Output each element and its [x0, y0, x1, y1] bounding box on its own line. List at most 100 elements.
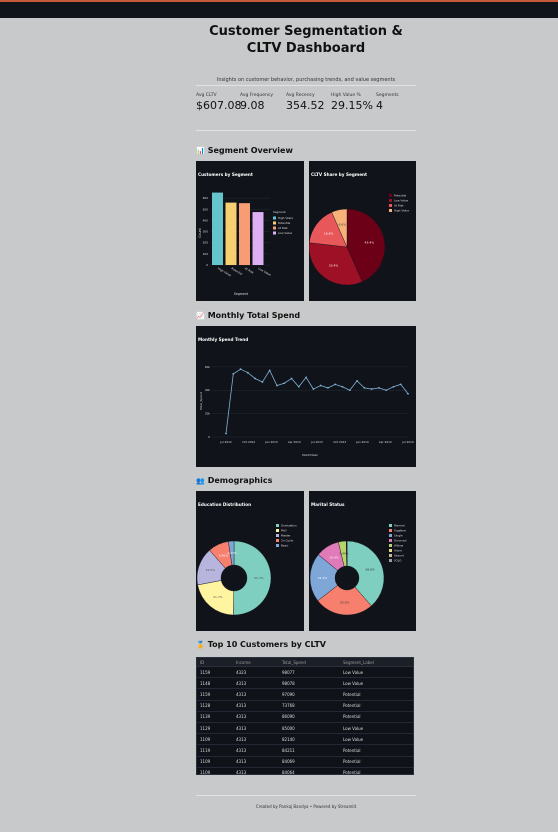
- legend-swatch: [276, 529, 279, 532]
- y-tick-label: 300: [203, 230, 209, 234]
- x-tick-label: Jan 2014: [355, 440, 369, 444]
- x-tick-label: Oct 2012: [242, 440, 255, 444]
- table-row[interactable]: 1159 4323 98077 Low Value: [197, 666, 413, 679]
- table-cell: 1109: [197, 756, 233, 768]
- table-row[interactable]: 1148 4313 98078 Low Value: [197, 677, 413, 690]
- divider: [196, 130, 416, 131]
- table-cell: 4313: [233, 700, 279, 712]
- table-cell: Low Value: [340, 733, 413, 746]
- footer-text: Created by Pankaj Bandya • Powered by St…: [255, 804, 357, 809]
- table-row[interactable]: 1139 4313 86090 Potential: [197, 711, 413, 723]
- data-point: [246, 371, 249, 374]
- column-header[interactable]: Segment_Label: [340, 658, 413, 667]
- legend-swatch: [273, 216, 276, 220]
- data-point: [370, 388, 373, 390]
- legend-swatch: [389, 524, 392, 527]
- x-tick-label: Jan 2013: [264, 440, 278, 444]
- metric-value: 354.52: [286, 99, 325, 112]
- metric-value: 4: [376, 99, 383, 112]
- data-point: [399, 383, 402, 386]
- x-axis-label: MonthYear: [302, 453, 319, 457]
- series-line: [225, 368, 409, 434]
- data-point: [341, 385, 344, 388]
- x-tick-label: Apr 2013: [288, 440, 301, 444]
- table-cell: Potential: [340, 700, 413, 712]
- table-row[interactable]: 1109 4313 84064 Potential: [197, 767, 413, 774]
- table-row[interactable]: 1119 4313 84211 Potential: [197, 744, 413, 757]
- y-tick-label: 400: [203, 218, 209, 222]
- table-row[interactable]: 1109 4313 82140 Low Value: [197, 733, 413, 746]
- table-cell: 82140: [279, 733, 340, 746]
- data-point: [239, 368, 242, 371]
- slice-label: 21.4%: [318, 576, 328, 580]
- legend-swatch: [389, 529, 392, 532]
- column-header[interactable]: Total_Spend: [279, 658, 340, 667]
- legend-label: Alone: [394, 549, 402, 553]
- y-tick-label: 500: [203, 207, 209, 211]
- section-segment-overview: 📊 Segment Overview: [196, 146, 293, 155]
- chart-education-distribution[interactable]: Education Distribution 50.3% 21.7% 16.5% 9.…: [196, 491, 304, 631]
- x-tick-label: Apr 2014: [379, 440, 392, 444]
- table-row[interactable]: 1109 4313 84069 Potential: [197, 756, 413, 768]
- x-tick-label: High Value: [217, 266, 232, 277]
- table-cell: 4313: [233, 711, 279, 723]
- legend-swatch: [276, 539, 279, 542]
- chart-customers-by-segment[interactable]: Customers by Segment 0 100 200 300 400 500 600…: [196, 161, 304, 301]
- data-point: [377, 386, 380, 389]
- legend-label: YOLO: [394, 559, 402, 563]
- table-cell: 4313: [233, 767, 279, 774]
- bar: [225, 202, 237, 265]
- legend-label: High Value: [278, 216, 293, 220]
- pie-chart-svg: 43.4% 33.4% 16.6% 6.6% PotentialLow ValueAt …: [309, 194, 409, 286]
- table-cell: 1109: [197, 767, 233, 774]
- metric-value: 9.08: [240, 99, 265, 112]
- table-cell: 73768: [279, 700, 340, 712]
- column-header[interactable]: ID: [197, 658, 233, 667]
- x-tick-label: Jul 2013: [310, 440, 323, 444]
- legend-label: High Value: [394, 209, 409, 213]
- legend-label: Potential: [278, 221, 290, 225]
- data-point: [334, 383, 337, 386]
- slice-label: 21.7%: [213, 595, 223, 599]
- bar-chart-svg: 0100200300400500600High ValuePotential At…: [198, 192, 293, 296]
- chart-marital-status[interactable]: Marital Status 38.6% 25.9% 21.4% 10.4% 3.44%…: [309, 491, 416, 631]
- metric-label: Avg CLTV: [196, 93, 217, 98]
- slice-label: 6.6%: [338, 223, 346, 227]
- table-row[interactable]: 1159 4313 97090 Potential: [197, 688, 413, 701]
- table-cell: 1159: [197, 688, 233, 701]
- table-row[interactable]: 1129 4313 85000 Low Value: [197, 722, 413, 735]
- data-point: [385, 389, 388, 392]
- column-header[interactable]: Income: [233, 658, 279, 667]
- table-cell: 85000: [279, 722, 340, 735]
- legend-swatch: [389, 539, 392, 542]
- divider: [196, 795, 416, 796]
- metric-avg-frequency: Avg Frequency 9.08: [240, 93, 273, 112]
- slice-label: 2.43%: [227, 551, 237, 555]
- y-tick-label: 600: [203, 196, 209, 200]
- slice-label: 16.6%: [324, 231, 334, 235]
- top-customers-table[interactable]: ID Income Total_Spend Segment_Label 1159…: [196, 657, 414, 775]
- table-cell: 4313: [233, 744, 279, 757]
- table-cell: Low Value: [340, 722, 413, 735]
- y-axis-label: Count: [198, 228, 202, 238]
- chart-cltv-share[interactable]: CLTV Share by Segment 43.4% 33.4% 16.6% 6.6…: [309, 161, 416, 301]
- data-point: [305, 376, 307, 379]
- table-cell: 84211: [279, 744, 340, 757]
- legend-label: 2n Cycle: [281, 539, 293, 543]
- table-cell: 84064: [279, 767, 340, 774]
- table-cell: 1148: [197, 677, 233, 690]
- table-cell: Potential: [340, 744, 413, 757]
- table-cell: 98078: [279, 677, 340, 690]
- table-row[interactable]: 1128 4313 73768 Potential: [197, 700, 413, 712]
- chart-monthly-spend[interactable]: Monthly Spend Trend 0 20k 40k 60k Jul 2012 Oc…: [196, 326, 416, 467]
- legend-swatch: [389, 204, 392, 207]
- table-cell: Potential: [340, 688, 413, 701]
- metric-avg-recency: Avg Recency 354.52: [286, 93, 325, 112]
- legend-swatch: [276, 544, 279, 547]
- line-chart-icon: 📈: [196, 312, 205, 320]
- data-point: [363, 386, 366, 389]
- x-tick-label: Low Value: [258, 266, 272, 277]
- table-cell: 1139: [197, 711, 233, 723]
- x-tick-label: Jul 2014: [401, 440, 414, 444]
- legend-label: Single: [394, 534, 403, 538]
